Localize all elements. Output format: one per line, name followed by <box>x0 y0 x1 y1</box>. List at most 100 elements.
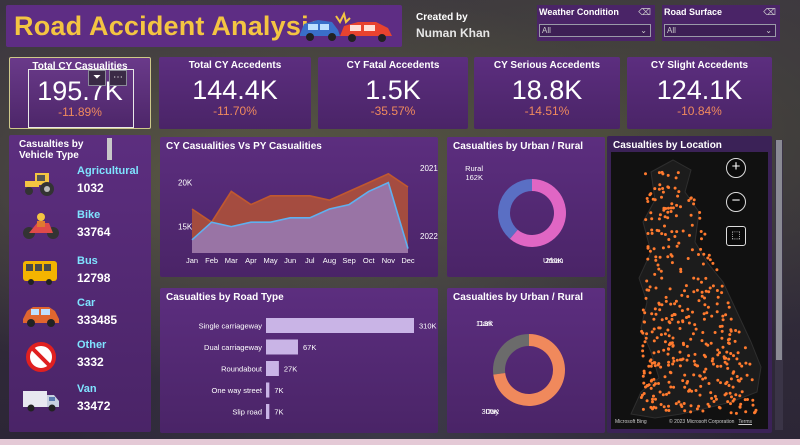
road-type-chart-panel[interactable]: Casualties by Road Type Single carriagew… <box>160 288 438 433</box>
map-point <box>666 185 670 189</box>
map-point <box>657 382 660 385</box>
bar <box>266 339 298 355</box>
map-point <box>729 402 732 406</box>
vehicle-item-van[interactable]: Van 33472 <box>17 379 147 425</box>
x-tick-label: Nov <box>382 256 396 265</box>
map-point <box>655 336 659 340</box>
map-point <box>668 370 672 374</box>
map-point <box>709 341 713 345</box>
select-area-icon[interactable]: ⬚ <box>726 226 746 246</box>
map-point <box>666 255 670 259</box>
map-point <box>686 295 690 298</box>
urban-rural-chart-panel[interactable]: Casualties by Urban / Rural Rural 162K Urb… <box>447 137 605 277</box>
map-point <box>646 384 649 388</box>
map-point <box>691 332 695 336</box>
map-point <box>663 340 667 344</box>
map-point <box>646 257 650 261</box>
road-surface-select[interactable]: All ⌄ <box>664 24 776 37</box>
vehicle-type-panel: Casualties by Vehicle Type Agricultural … <box>9 135 151 432</box>
map-point <box>702 370 706 374</box>
vehicle-item-car[interactable]: Car 333485 <box>17 293 147 339</box>
scrollbar[interactable] <box>107 138 112 160</box>
map-point <box>692 276 696 280</box>
vehicle-item-other[interactable]: Other 3332 <box>17 335 147 381</box>
map-point <box>641 354 645 358</box>
map-point <box>685 316 688 319</box>
map-point <box>683 385 687 389</box>
zoom-in-button[interactable]: + <box>726 158 746 178</box>
motorbike-icon <box>23 213 59 239</box>
map-point <box>732 370 736 374</box>
scrollbar-thumb[interactable] <box>776 140 782 360</box>
map-point <box>719 364 723 368</box>
map-point <box>700 339 704 343</box>
map-point <box>665 392 668 396</box>
map-point <box>651 400 654 404</box>
map-point <box>690 223 694 227</box>
map-point <box>644 296 648 300</box>
page-scrollbar[interactable] <box>775 140 783 430</box>
kpi-fatal-accidents[interactable]: CY Fatal Accedents 1.5K -35.57% <box>318 57 468 129</box>
map-point <box>666 328 670 332</box>
zoom-out-button[interactable]: − <box>726 192 746 212</box>
kpi-serious-accidents[interactable]: CY Serious Accedents 18.8K -14.51% <box>474 57 620 129</box>
filter-icon[interactable]: ⏷ <box>88 70 106 86</box>
map-point <box>734 411 738 415</box>
cy-vs-py-chart-panel[interactable]: CY Casualities Vs PY Casualities 15K 20K J… <box>160 137 438 277</box>
casualties-map[interactable]: + − ⬚ Microsoft Bing © 2023 Microsoft Co… <box>611 152 768 429</box>
x-tick-label: Apr <box>245 256 257 265</box>
map-point <box>652 327 656 331</box>
slice-label: Rural 162K <box>465 164 483 182</box>
eraser-icon[interactable]: ⌫ <box>763 7 776 18</box>
map-point <box>728 333 732 337</box>
map-point <box>751 403 755 407</box>
kpi-label: CY Serious Accedents <box>493 60 601 71</box>
map-point <box>660 276 664 280</box>
map-point <box>662 405 666 409</box>
map-point <box>680 405 684 408</box>
map-point <box>724 356 728 360</box>
cy-vs-py-area-chart: 15K 20K Jan Feb Mar Apr May Jun Jul Aug Sep Oct Nov D… <box>178 164 438 265</box>
kpi-change: -10.84% <box>677 104 722 118</box>
kpi-slight-accidents[interactable]: CY Slight Accedents 124.1K -10.84% <box>627 57 772 129</box>
map-point <box>702 312 706 316</box>
vehicle-item-bus[interactable]: Bus 12798 <box>17 251 147 297</box>
map-point <box>667 363 670 367</box>
terms-link[interactable]: Terms <box>738 419 752 425</box>
more-options-icon[interactable]: ⋯ <box>109 70 127 86</box>
map-point <box>690 248 694 252</box>
map-point <box>697 299 701 303</box>
map-point <box>644 218 648 222</box>
vehicle-item-bike[interactable]: Bike 33764 <box>17 205 147 251</box>
map-point <box>700 280 703 284</box>
map-point <box>680 309 684 313</box>
map-point <box>715 310 719 314</box>
map-point <box>711 284 715 288</box>
map-point <box>645 279 649 283</box>
map-point <box>668 287 672 291</box>
map-point <box>650 330 654 334</box>
map-point <box>687 321 691 325</box>
weather-condition-select[interactable]: All ⌄ <box>539 24 651 37</box>
map-point <box>681 379 685 383</box>
map-point <box>696 277 700 281</box>
map-point <box>726 400 730 404</box>
map-point <box>726 301 730 305</box>
map-point <box>653 364 657 368</box>
map-point <box>719 381 722 385</box>
map-point <box>753 411 756 415</box>
day-dark-chart-panel[interactable]: Casualties by Urban / Rural Dark 113K Day… <box>447 288 605 433</box>
map-point <box>675 203 679 207</box>
map-point <box>680 293 684 297</box>
map-point <box>662 206 666 210</box>
eraser-icon[interactable]: ⌫ <box>638 7 651 18</box>
map-point <box>692 359 696 363</box>
map-point <box>701 262 705 266</box>
map-point <box>708 286 712 290</box>
map-point <box>650 231 654 235</box>
vehicle-item-agricultural[interactable]: Agricultural 1032 <box>17 161 147 207</box>
kpi-total-accidents[interactable]: Total CY Accedents 144.4K -11.70% <box>159 57 311 129</box>
map-point <box>670 317 674 321</box>
x-tick-label: Sep <box>342 256 355 265</box>
map-point <box>645 332 649 336</box>
